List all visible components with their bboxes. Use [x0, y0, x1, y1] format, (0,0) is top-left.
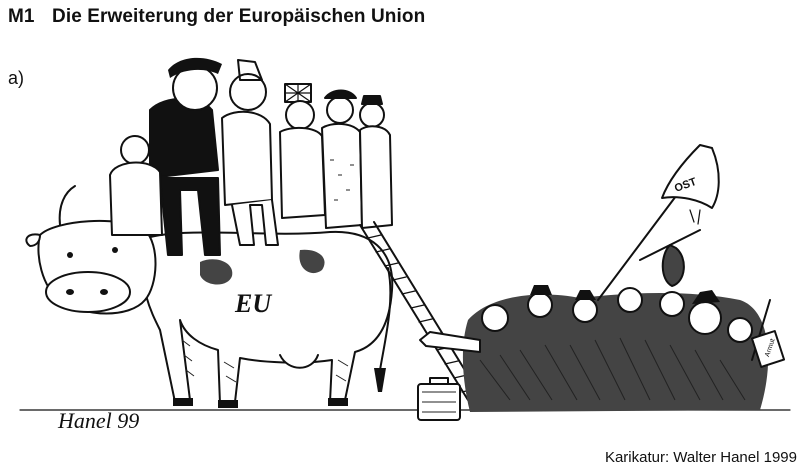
cartoon-credit: Karikatur: Walter Hanel 1999: [604, 449, 797, 466]
figures-back-right: [279, 83, 393, 229]
passengers-group: [109, 57, 393, 256]
cow-eu-label: EU: [234, 289, 272, 318]
figure-dark-suit: [149, 97, 219, 179]
suitcase: [417, 377, 461, 421]
figure-woman: [221, 110, 273, 206]
artist-signature: Hanel 99: [57, 408, 139, 433]
ost-flag: [597, 144, 720, 301]
cartoon-illustration: EU OST Armut Hanel 99: [19, 57, 791, 433]
crowd-east: [419, 229, 769, 412]
